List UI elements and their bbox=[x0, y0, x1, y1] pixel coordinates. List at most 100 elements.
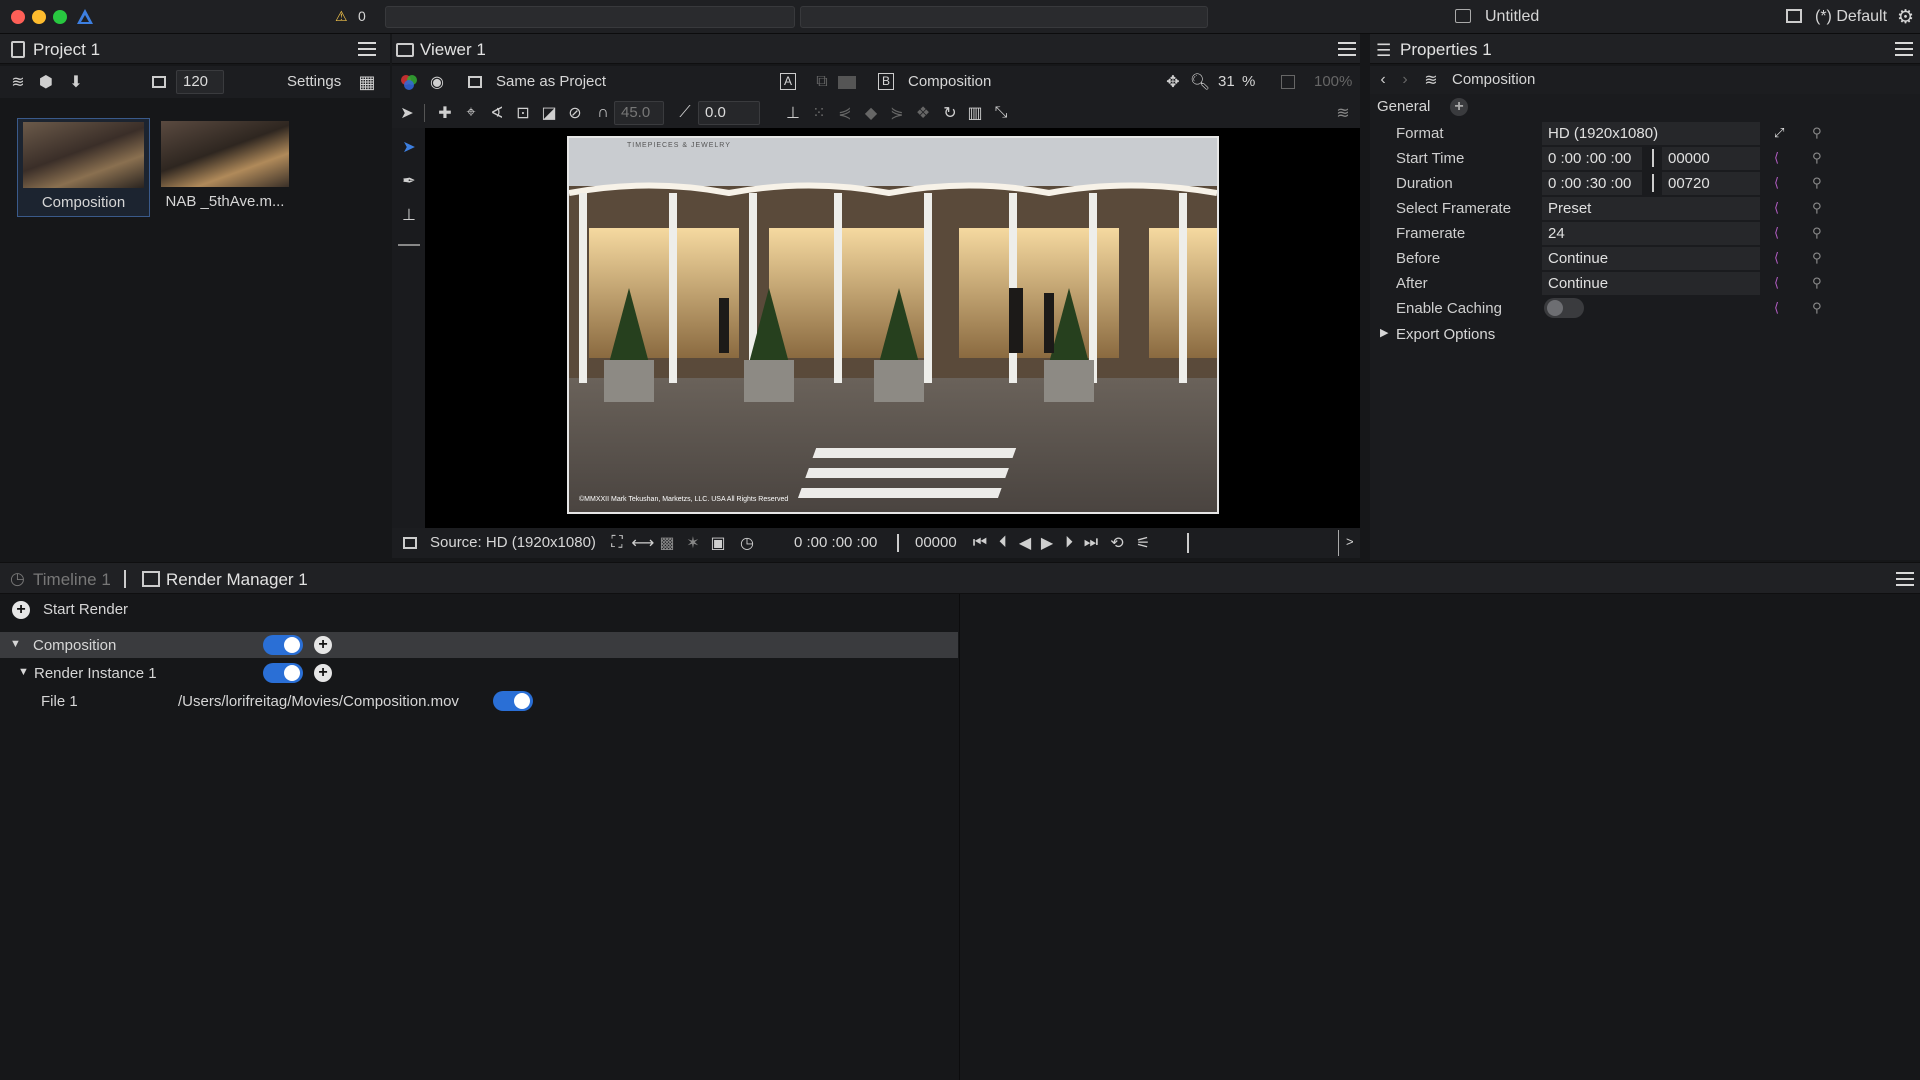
disable-tool-icon[interactable]: ⊘ bbox=[564, 102, 586, 124]
angle-field[interactable]: 45.0 bbox=[614, 101, 664, 125]
lock-icon[interactable]: ⚲ bbox=[1812, 225, 1828, 241]
fit-icon[interactable] bbox=[1281, 75, 1295, 89]
arrow-tool-icon[interactable]: ➤ bbox=[398, 136, 420, 158]
title-segment-1[interactable] bbox=[385, 6, 795, 28]
compare-icon[interactable]: ⧉ bbox=[811, 71, 833, 93]
add-render-instance-button[interactable]: + bbox=[314, 636, 332, 654]
color-channels-icon[interactable] bbox=[398, 71, 420, 93]
view-a-button[interactable]: A bbox=[780, 73, 796, 90]
lock-icon[interactable]: ⚲ bbox=[1812, 275, 1828, 291]
framerate-field[interactable]: 24 bbox=[1542, 222, 1760, 245]
share-icon[interactable]: ⟨ bbox=[1774, 225, 1790, 241]
collapse-arrow-icon[interactable]: ▼ bbox=[18, 666, 29, 678]
paint-tool-icon[interactable]: ⊥ bbox=[398, 204, 420, 226]
share-icon[interactable]: ⟨ bbox=[1774, 300, 1790, 316]
slope-icon[interactable]: ⟋ bbox=[674, 102, 696, 124]
split-view-icon[interactable] bbox=[838, 76, 856, 89]
forward-arrow-icon[interactable]: › bbox=[1394, 69, 1416, 91]
view-b-button[interactable]: B bbox=[878, 73, 894, 90]
share-icon[interactable]: ⟨ bbox=[1774, 150, 1790, 166]
magic-wand-icon[interactable]: ✶ bbox=[682, 532, 704, 554]
start-render-button[interactable]: Start Render bbox=[43, 601, 128, 618]
lock-icon[interactable]: ⚲ bbox=[1812, 125, 1828, 141]
start-render-icon[interactable]: + bbox=[12, 601, 30, 619]
tab-render-manager[interactable]: Render Manager 1 bbox=[166, 570, 308, 590]
warning-icon[interactable]: ⚠ bbox=[335, 8, 348, 25]
play-reverse-icon[interactable]: ◀ bbox=[1014, 532, 1036, 554]
fit-width-icon[interactable]: ⟷ bbox=[632, 532, 655, 554]
grid-view-icon[interactable]: ▦ bbox=[356, 71, 378, 93]
transparency-grid-icon[interactable]: ▩ bbox=[656, 532, 678, 554]
lock-icon[interactable]: ⚲ bbox=[1812, 300, 1828, 316]
more-button[interactable]: > bbox=[1346, 534, 1354, 549]
step-back-icon[interactable]: ⏴ bbox=[992, 532, 1014, 554]
before-dropdown[interactable]: Continue bbox=[1542, 247, 1760, 270]
share-icon[interactable]: ⟨ bbox=[1774, 200, 1790, 216]
edit-format-icon[interactable]: ⤢ bbox=[1774, 125, 1790, 141]
pen-tool-icon[interactable]: ✒ bbox=[398, 170, 420, 192]
guides-icon[interactable]: ▥ bbox=[964, 102, 986, 124]
enable-caching-toggle[interactable] bbox=[1544, 298, 1584, 318]
cube-icon[interactable]: ⬢ bbox=[35, 71, 57, 93]
share-icon[interactable]: ⟨ bbox=[1774, 250, 1790, 266]
transform-icon[interactable]: ⤡ bbox=[990, 102, 1012, 124]
frame-display[interactable]: 00000 bbox=[915, 534, 957, 551]
tab-timeline[interactable]: Timeline 1 bbox=[33, 570, 111, 590]
playback-settings-icon[interactable]: ⚟ bbox=[1132, 532, 1154, 554]
align-grid-icon[interactable]: ⁙ bbox=[808, 102, 830, 124]
properties-menu-icon[interactable] bbox=[1895, 42, 1913, 56]
magnet-icon[interactable]: ∩ bbox=[592, 102, 614, 124]
move-tool-icon[interactable]: ✚ bbox=[434, 102, 456, 124]
lock-icon[interactable]: ⚲ bbox=[1812, 150, 1828, 166]
zoom-100-button[interactable]: 100% bbox=[1314, 73, 1352, 90]
start-time-field[interactable]: 0 :00 :00 :00 bbox=[1542, 147, 1642, 170]
close-window-button[interactable] bbox=[11, 10, 25, 24]
select-framerate-dropdown[interactable]: Preset bbox=[1542, 197, 1760, 220]
select-tool-icon[interactable]: ➤ bbox=[396, 102, 418, 124]
viewer-menu-icon[interactable] bbox=[1338, 42, 1356, 56]
export-options-row[interactable]: ▶ Export Options bbox=[1376, 322, 1920, 346]
layers-toggle-icon[interactable]: ≋ bbox=[1332, 102, 1354, 124]
settings-button[interactable]: Settings bbox=[287, 73, 341, 90]
playhead[interactable] bbox=[1187, 533, 1189, 553]
render-row-file[interactable]: File 1 /Users/lorifreitag/Movies/Composi… bbox=[0, 688, 958, 714]
after-dropdown[interactable]: Continue bbox=[1542, 272, 1760, 295]
file-enable-toggle[interactable] bbox=[493, 691, 533, 711]
instance-enable-toggle[interactable] bbox=[263, 663, 303, 683]
loop-icon[interactable]: ⟲ bbox=[1106, 532, 1128, 554]
project-menu-icon[interactable] bbox=[358, 42, 376, 56]
play-icon[interactable]: ▶ bbox=[1036, 532, 1058, 554]
resolution-select[interactable]: Same as Project bbox=[496, 73, 606, 90]
align-left-icon[interactable]: ⋞ bbox=[834, 102, 856, 124]
offset-field[interactable]: 0.0 bbox=[698, 101, 760, 125]
scale-tool-icon[interactable]: ◪ bbox=[538, 102, 560, 124]
back-arrow-icon[interactable]: ‹ bbox=[1372, 69, 1394, 91]
zoom-value[interactable]: 31 bbox=[1218, 73, 1235, 90]
share-icon[interactable]: ⟨ bbox=[1774, 275, 1790, 291]
import-icon[interactable]: ⬇ bbox=[65, 71, 87, 93]
layout-icon[interactable] bbox=[1786, 9, 1802, 23]
add-output-file-button[interactable]: + bbox=[314, 664, 332, 682]
distribute-icon[interactable]: ⊥ bbox=[782, 102, 804, 124]
zoom-icon[interactable]: 🔍︎ bbox=[1189, 71, 1211, 93]
title-segment-2[interactable] bbox=[800, 6, 1208, 28]
crop-tool-icon[interactable]: ⊡ bbox=[512, 102, 534, 124]
viewer-canvas[interactable]: TIMEPIECES & JEWELRY ©MMXXII Mark Tekush… bbox=[425, 128, 1360, 528]
checker-icon[interactable]: ⛶ bbox=[606, 532, 628, 554]
snapshot-icon[interactable]: ▣ bbox=[707, 532, 729, 554]
composition-enable-toggle[interactable] bbox=[263, 635, 303, 655]
go-to-end-icon[interactable]: ⏭ bbox=[1080, 532, 1102, 554]
file-path[interactable]: /Users/lorifreitag/Movies/Composition.mo… bbox=[178, 693, 459, 710]
maximize-window-button[interactable] bbox=[53, 10, 67, 24]
expand-arrow-icon[interactable]: ▶ bbox=[1380, 326, 1388, 339]
view-b-source[interactable]: Composition bbox=[908, 73, 991, 90]
start-frame-field[interactable]: 00000 bbox=[1662, 147, 1760, 170]
minimize-window-button[interactable] bbox=[32, 10, 46, 24]
lock-icon[interactable]: ⚲ bbox=[1812, 250, 1828, 266]
format-select[interactable]: HD (1920x1080) bbox=[1542, 122, 1760, 145]
pan-icon[interactable]: ✥ bbox=[1162, 71, 1184, 93]
render-row-composition[interactable]: ▼ Composition + bbox=[0, 632, 958, 658]
workspace-name[interactable]: (*) Default bbox=[1815, 8, 1887, 26]
anchor-tool-icon[interactable]: ⌖ bbox=[460, 102, 482, 124]
gear-icon[interactable]: ⚙ bbox=[1897, 6, 1914, 29]
